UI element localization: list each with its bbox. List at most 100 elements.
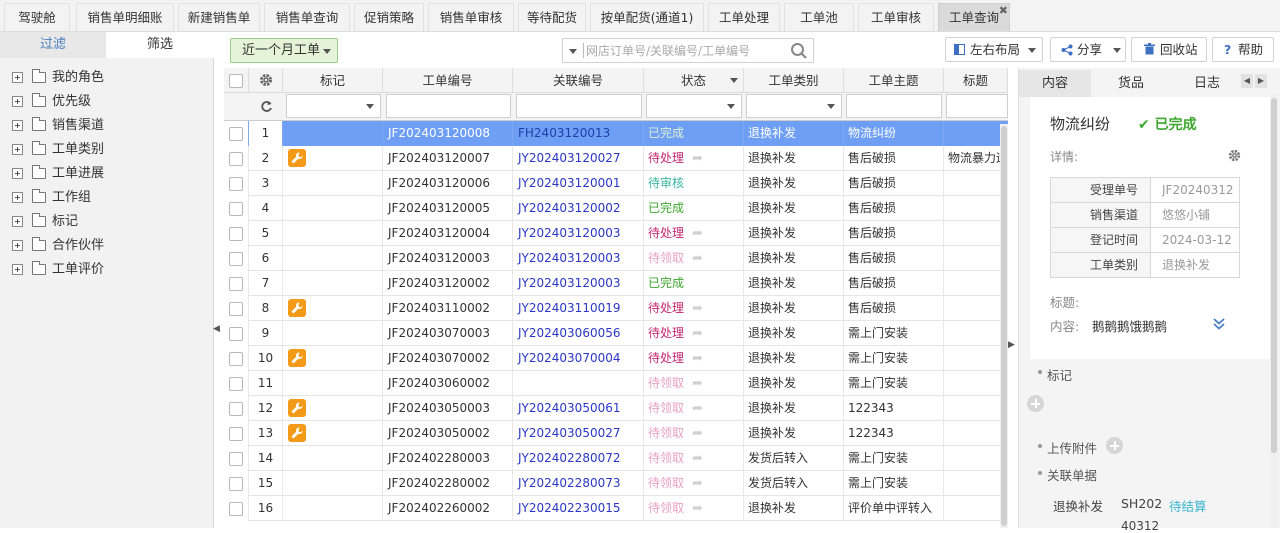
expand-plus-icon[interactable] xyxy=(12,72,23,83)
col-status[interactable]: 状态 xyxy=(644,68,744,93)
forward-arrow-icon[interactable]: ➦ xyxy=(692,246,703,271)
related-no-link[interactable]: JY202403120001 xyxy=(513,171,644,196)
related-no-link[interactable]: JY202403110019 xyxy=(513,296,644,321)
linked-doc-no[interactable]: SH202 xyxy=(1121,496,1162,511)
table-row[interactable]: 4 JF202403120005 JY202403120002 已完成 退换补发 售后破损 xyxy=(224,196,1008,221)
col-ticket-topic[interactable]: 工单主题 xyxy=(844,68,944,93)
table-row[interactable]: 13 JF202403050002 JY202403050027 待领取 ➦ 退换补发 12… xyxy=(224,421,1008,446)
forward-arrow-icon[interactable]: ➦ xyxy=(692,221,703,246)
expand-plus-icon[interactable] xyxy=(12,168,23,179)
forward-arrow-icon[interactable]: ➦ xyxy=(692,346,703,371)
related-no-link[interactable] xyxy=(513,371,644,396)
related-no-link[interactable]: JY202403120002 xyxy=(513,196,644,221)
detail-scrollbar[interactable] xyxy=(1270,94,1278,528)
sidebar-tab-filter[interactable]: 过滤 xyxy=(0,32,106,58)
gear-icon[interactable] xyxy=(259,73,273,87)
detail-tab-log[interactable]: 日志 xyxy=(1171,70,1243,97)
table-row[interactable]: 6 JF202403120003 JY202403120003 待领取 ➦ 退换补发 售后破… xyxy=(224,246,1008,271)
tab-wait-alloc[interactable]: 等待配货 xyxy=(518,3,586,31)
related-no-link[interactable]: JY202403120003 xyxy=(513,246,644,271)
related-no-link[interactable]: JY202403120027 xyxy=(513,146,644,171)
tab-promo[interactable]: 促销策略 xyxy=(354,3,424,31)
share-button[interactable]: 分享 xyxy=(1050,37,1154,62)
table-row[interactable]: 11 JF202403060002 待领取 ➦ 退换补发 需上门安装 xyxy=(224,371,1008,396)
add-attachment-icon[interactable] xyxy=(1106,437,1123,454)
related-no-link[interactable]: JY202403050061 xyxy=(513,396,644,421)
tab-order-alloc[interactable]: 按单配货(通道1) xyxy=(590,3,704,31)
row-checkbox[interactable] xyxy=(229,502,243,516)
tab-ticket-query[interactable]: 工单查询 ✖ xyxy=(938,3,1010,31)
related-no-filter-input[interactable] xyxy=(516,94,642,118)
row-checkbox[interactable] xyxy=(229,477,243,491)
period-dropdown[interactable]: 近一个月工单 xyxy=(230,38,338,63)
row-checkbox[interactable] xyxy=(229,302,243,316)
caret-down-icon[interactable] xyxy=(730,78,738,83)
row-checkbox[interactable] xyxy=(229,427,243,441)
related-no-link[interactable]: JY202403050027 xyxy=(513,421,644,446)
detail-tab-goods[interactable]: 货品 xyxy=(1095,70,1167,97)
related-no-link[interactable]: JY202402280073 xyxy=(513,471,644,496)
topic-filter-input[interactable] xyxy=(846,94,942,118)
expand-down-icon[interactable] xyxy=(1212,317,1226,331)
expand-plus-icon[interactable] xyxy=(12,264,23,275)
tab-new-sales[interactable]: 新建销售单 xyxy=(178,3,260,31)
caret-down-icon[interactable] xyxy=(569,49,577,54)
collapse-left-icon[interactable]: ◀ xyxy=(213,318,220,340)
table-row[interactable]: 9 JF202403070003 JY202403060056 待处理 ➦ 退换补发 需上门… xyxy=(224,321,1008,346)
col-title[interactable]: 标题 xyxy=(944,68,1008,93)
forward-arrow-icon[interactable]: ➦ xyxy=(692,371,703,396)
recycle-bin-button[interactable]: 回收站 xyxy=(1131,37,1207,62)
tab-sales-audit[interactable]: 销售单审核 xyxy=(428,3,514,31)
forward-arrow-icon[interactable]: ➦ xyxy=(692,421,703,446)
col-related-no[interactable]: 关联编号 xyxy=(513,68,644,93)
tab-sales-query[interactable]: 销售单查询 xyxy=(264,3,350,31)
related-no-link[interactable]: JY202403120003 xyxy=(513,271,644,296)
expand-plus-icon[interactable] xyxy=(12,96,23,107)
status-filter-select[interactable] xyxy=(646,94,742,118)
row-checkbox[interactable] xyxy=(229,202,243,216)
expand-plus-icon[interactable] xyxy=(12,216,23,227)
row-checkbox[interactable] xyxy=(229,277,243,291)
ticket-no-filter-input[interactable] xyxy=(386,94,511,118)
expand-plus-icon[interactable] xyxy=(12,240,23,251)
related-no-link[interactable]: JY202402230015 xyxy=(513,496,644,521)
add-mark-icon[interactable] xyxy=(1027,395,1044,412)
table-row[interactable]: 8 JF202403110002 JY202403110019 待处理 ➦ 退换补发 售后破… xyxy=(224,296,1008,321)
related-no-link[interactable]: JY202403120003 xyxy=(513,221,644,246)
forward-arrow-icon[interactable]: ➦ xyxy=(692,146,703,171)
forward-arrow-icon[interactable]: ➦ xyxy=(692,321,703,346)
table-row[interactable]: 16 JF202402260002 JY202402230015 待领取 ➦ 退换补发 评价… xyxy=(224,496,1008,521)
forward-arrow-icon[interactable]: ➦ xyxy=(692,296,703,321)
col-ticket-no[interactable]: 工单编号 xyxy=(383,68,513,93)
tab-ticket-pool[interactable]: 工单池 xyxy=(784,3,854,31)
row-checkbox[interactable] xyxy=(229,177,243,191)
row-checkbox[interactable] xyxy=(229,452,243,466)
type-filter-select[interactable] xyxy=(746,94,842,118)
search-input[interactable] xyxy=(586,41,782,60)
refresh-icon[interactable] xyxy=(260,100,273,113)
row-checkbox[interactable] xyxy=(229,377,243,391)
related-no-link[interactable]: JY202403070004 xyxy=(513,346,644,371)
tab-ticket-process[interactable]: 工单处理 xyxy=(708,3,780,31)
sidebar-tab-screen[interactable]: 筛选 xyxy=(106,32,214,58)
expand-plus-icon[interactable] xyxy=(12,192,23,203)
col-mark[interactable]: 标记 xyxy=(283,68,383,93)
close-icon[interactable]: ✖ xyxy=(999,0,1008,24)
select-all-checkbox[interactable] xyxy=(229,74,243,88)
table-row[interactable]: 12 JF202403050003 JY202403050061 待领取 ➦ 退换补发 12… xyxy=(224,396,1008,421)
title-filter-input[interactable] xyxy=(946,94,1008,118)
chevron-left-icon[interactable]: ◀ xyxy=(1241,74,1253,88)
forward-arrow-icon[interactable]: ➦ xyxy=(692,396,703,421)
row-checkbox[interactable] xyxy=(229,152,243,166)
table-row[interactable]: 14 JF202402280003 JY202402280072 待领取 ➦ 发货后转入需… xyxy=(224,446,1008,471)
help-button[interactable]: ? 帮助 xyxy=(1212,37,1274,62)
related-no-link[interactable]: JY202402280072 xyxy=(513,446,644,471)
expand-plus-icon[interactable] xyxy=(12,120,23,131)
table-row[interactable]: 10 JF202403070002 JY202403070004 待处理 ➦ 退换补发 需上… xyxy=(224,346,1008,371)
expand-plus-icon[interactable] xyxy=(12,144,23,155)
forward-arrow-icon[interactable]: ➦ xyxy=(692,446,703,471)
table-row[interactable]: 2 JF202403120007 JY202403120027 待处理 ➦ 退换补发 售后破… xyxy=(224,146,1008,171)
tab-cockpit[interactable]: 驾驶舱 xyxy=(4,3,70,31)
table-row[interactable]: 3 JF202403120006 JY202403120001 待审核 退换补发 售后破损 xyxy=(224,171,1008,196)
row-checkbox[interactable] xyxy=(229,127,243,141)
